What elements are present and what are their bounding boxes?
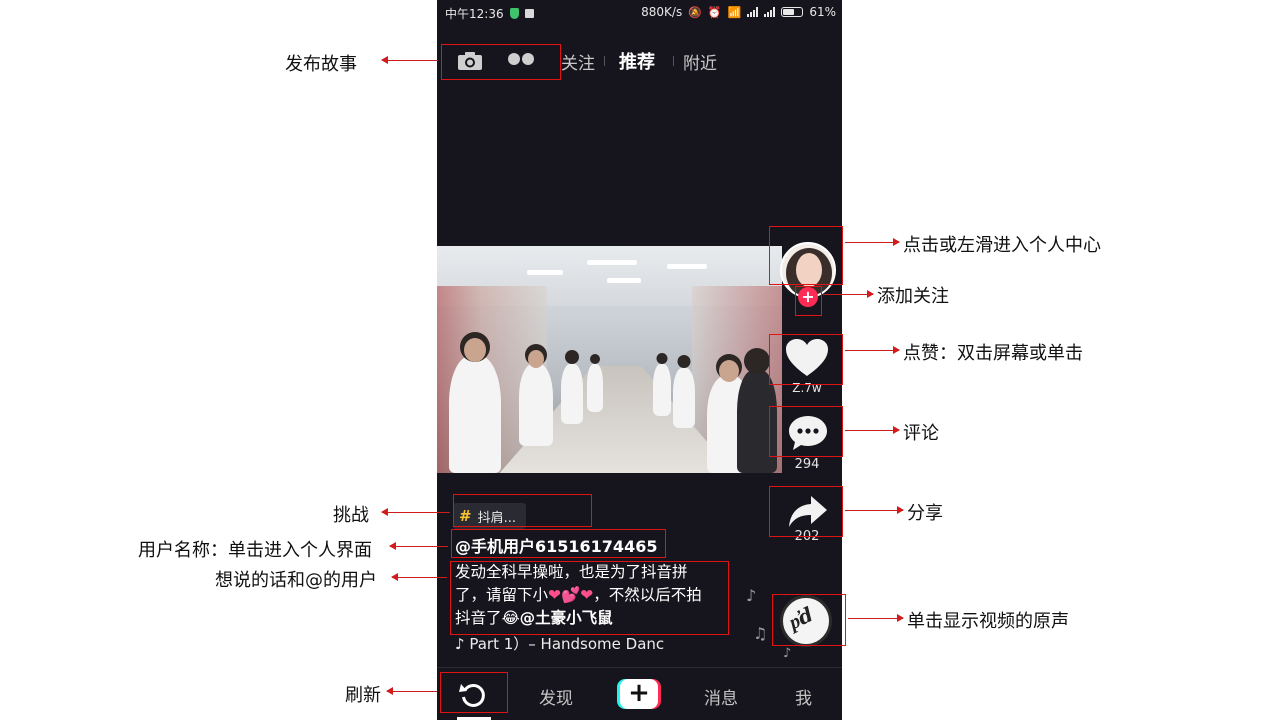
highlight-comment [769,406,843,457]
signal-icon [747,7,759,17]
annotation-follow: 添加关注 [877,286,949,307]
highlight-disc [772,594,846,646]
shield-icon [509,8,519,19]
battery-icon [781,7,804,17]
annotation-share: 分享 [907,503,943,524]
highlight-caption [450,561,729,635]
highlight-like [769,334,843,385]
highlight-share [769,486,843,537]
annotation-username: 用户名称：单击进入个人界面 [138,540,372,561]
video-frame[interactable] [437,246,782,473]
signal-icon-2 [764,7,776,17]
annotation-post-story: 发布故事 [285,54,357,75]
nav-me[interactable]: 我 [795,684,812,709]
annotation-comment: 评论 [903,423,939,444]
arrow [391,573,447,581]
annotation-caption: 想说的话和@的用户 [215,570,377,591]
music-note-icon: ♪ [783,646,792,661]
status-bar: 中午12:36 880K/s 🔕 ⏰ 📶 61% [437,0,842,24]
status-time: 中午12:36 [445,7,504,21]
nurse-figure [449,332,501,473]
highlight-username [451,529,666,558]
create-button[interactable]: + [620,678,658,709]
battery-percent: 61% [809,5,836,19]
music-note-icon: ♪ [746,586,757,605]
notification-icon [524,9,534,18]
highlight-challenge [453,494,592,527]
highlight-follow [795,286,822,316]
alarm-icon: ⏰ [707,5,722,19]
tab-recommend[interactable]: 推荐 [619,48,655,74]
net-speed: 880K/s [641,5,683,19]
arrow [381,508,450,516]
arrow [845,238,900,246]
arrow [386,687,437,695]
nav-discover[interactable]: 发现 [539,684,573,709]
arrow [848,614,904,622]
annotation-sound: 单击显示视频的原声 [907,611,1069,632]
arrow [845,506,904,514]
annotation-like: 点赞：双击屏幕或单击 [903,343,1083,364]
arrow [389,542,448,550]
tab-nearby[interactable]: 附近 [683,49,717,74]
annotation-profile: 点击或左滑进入个人中心 [903,235,1101,256]
arrow [845,426,900,434]
arrow [845,346,900,354]
music-note-icon: ♫ [753,624,768,643]
music-title[interactable]: ♪ Part 1）– Handsome Danc [455,633,664,654]
highlight-refresh [440,672,508,713]
mute-icon: 🔕 [688,5,702,19]
annotation-refresh: 刷新 [345,685,381,706]
comment-count: 294 [794,457,820,472]
arrow [823,290,874,298]
tab-follow[interactable]: 关注 [561,49,595,74]
highlight-avatar [769,226,843,285]
wifi-icon: 📶 [727,5,742,19]
annotation-challenge: 挑战 [333,505,369,526]
music-note-icon: ♪ [455,635,465,653]
nav-messages[interactable]: 消息 [704,684,738,709]
arrow [381,56,438,64]
highlight-story [441,44,561,80]
